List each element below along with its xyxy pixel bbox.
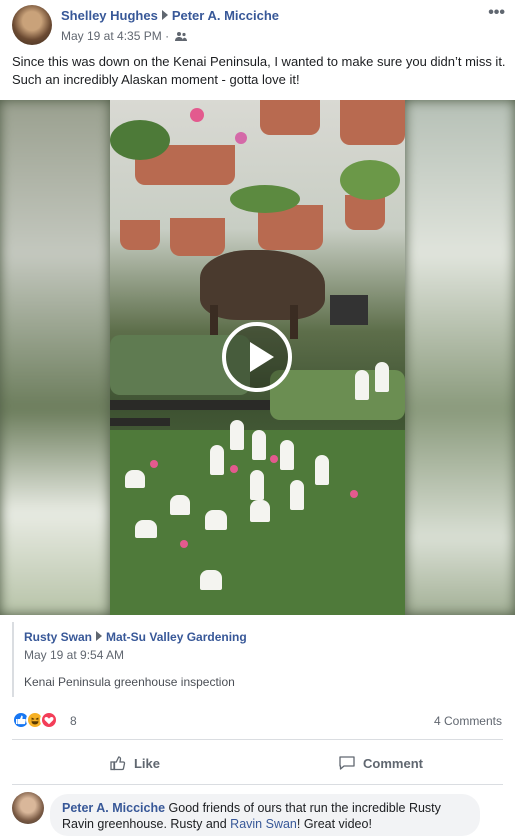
arrow-right-icon (161, 10, 168, 20)
shared-post-info: Rusty Swan Mat-Su Valley Gardening May 19… (12, 622, 503, 697)
divider (12, 739, 503, 740)
comment-text-part2: ! Great video! (296, 817, 372, 831)
shared-group[interactable]: Mat-Su Valley Gardening (106, 630, 247, 644)
more-options-button[interactable]: ••• (488, 4, 505, 22)
video-blur-right (405, 100, 515, 615)
author-avatar[interactable] (12, 5, 52, 45)
reaction-count: 8 (70, 714, 77, 728)
shared-author[interactable]: Rusty Swan (24, 630, 92, 644)
post-text: Since this was down on the Kenai Peninsu… (12, 54, 506, 87)
divider (12, 784, 503, 785)
author-name[interactable]: Shelley Hughes (61, 8, 158, 23)
comments-count-link[interactable]: 4 Comments (434, 714, 502, 728)
arrow-right-icon (96, 631, 103, 641)
moose-figure (200, 250, 325, 320)
target-name[interactable]: Peter A. Micciche (172, 8, 279, 23)
like-button[interactable]: Like (12, 744, 257, 782)
comment-mention-link[interactable]: Ravin Swan (230, 817, 297, 831)
friends-icon (175, 32, 188, 41)
shared-names: Rusty Swan Mat-Su Valley Gardening (24, 630, 247, 644)
meta-separator: · (165, 29, 170, 43)
post-meta: May 19 at 4:35 PM · (61, 29, 188, 43)
facebook-post: Shelley Hughes Peter A. Micciche May 19 a… (0, 0, 515, 838)
post-timestamp[interactable]: May 19 at 4:35 PM (61, 29, 162, 43)
commenter-avatar[interactable] (12, 792, 44, 824)
love-reaction-icon (40, 711, 58, 729)
comment-bubble: Peter A. Micciche Good friends of ours t… (50, 794, 480, 836)
play-icon (250, 342, 274, 372)
comment-button[interactable]: Comment (258, 744, 503, 782)
play-button[interactable] (222, 322, 292, 392)
video-player[interactable] (0, 100, 515, 615)
thumbs-up-icon (110, 756, 126, 771)
video-blur-left (0, 100, 110, 615)
post-header-names: Shelley Hughes Peter A. Micciche (61, 8, 279, 23)
comment-author[interactable]: Peter A. Micciche (62, 801, 165, 815)
comment-label: Comment (363, 755, 423, 771)
like-label: Like (133, 755, 160, 771)
shared-description: Kenai Peninsula greenhouse inspection (24, 675, 235, 689)
post-actions: Like Comment (12, 744, 503, 782)
shared-timestamp[interactable]: May 19 at 9:54 AM (24, 648, 124, 662)
comment-icon (339, 756, 355, 770)
